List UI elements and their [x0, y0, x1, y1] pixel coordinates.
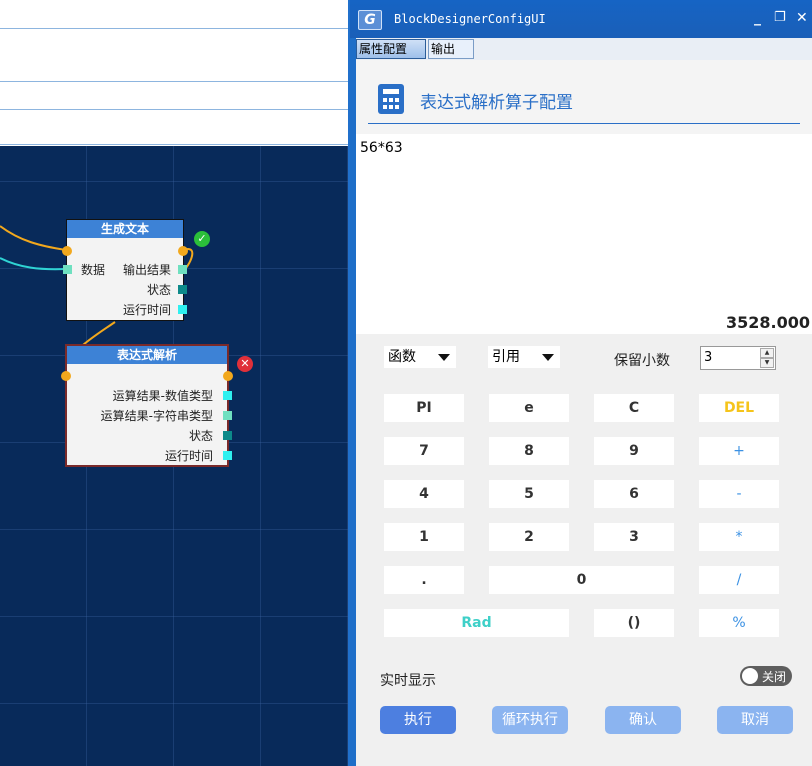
- title-bar[interactable]: G BlockDesignerConfigUI _ ❐ ✕: [350, 0, 812, 38]
- chevron-down-icon: [438, 354, 450, 361]
- minimize-icon[interactable]: _: [754, 10, 761, 26]
- calculator-icon: [378, 84, 404, 114]
- input-port[interactable]: [63, 265, 72, 274]
- toggle-label: 关闭: [762, 670, 787, 684]
- confirm-button[interactable]: 确认: [605, 706, 681, 734]
- realtime-label: 实时显示: [380, 673, 436, 689]
- key-6[interactable]: 6: [594, 480, 674, 508]
- reference-dropdown-label: 引用: [492, 349, 520, 365]
- runtime-port[interactable]: [223, 451, 232, 460]
- window-title: BlockDesignerConfigUI: [394, 12, 546, 26]
- key-1[interactable]: 1: [384, 523, 464, 551]
- reference-dropdown[interactable]: 引用: [488, 346, 560, 368]
- node-title: 生成文本: [67, 220, 183, 238]
- cancel-button[interactable]: 取消: [717, 706, 793, 734]
- config-header: 表达式解析算子配置: [356, 60, 812, 134]
- key-clear[interactable]: C: [594, 394, 674, 422]
- tab-output[interactable]: 输出: [428, 39, 474, 59]
- port-label-input: 数据: [81, 263, 106, 277]
- decimals-value[interactable]: 3: [704, 350, 712, 365]
- key-5[interactable]: 5: [489, 480, 569, 508]
- tab-properties[interactable]: 属性配置: [356, 39, 426, 59]
- key-pi[interactable]: PI: [384, 394, 464, 422]
- app-logo-icon: G: [358, 10, 382, 30]
- key-4[interactable]: 4: [384, 480, 464, 508]
- check-icon: ✓: [194, 231, 210, 247]
- output-port[interactable]: [178, 265, 187, 274]
- port-label-string: 运算结果-字符串类型: [100, 409, 213, 423]
- key-minus[interactable]: -: [699, 480, 779, 508]
- flow-out-dot[interactable]: [223, 371, 233, 381]
- designer-pane-4: [0, 110, 350, 145]
- status-port[interactable]: [223, 431, 232, 440]
- stepper-up-icon[interactable]: ▲: [760, 348, 774, 358]
- node-title: 表达式解析: [67, 346, 227, 364]
- stepper-down-icon[interactable]: ▼: [760, 358, 774, 368]
- result-value: 3528.000: [725, 313, 810, 332]
- runtime-port[interactable]: [178, 305, 187, 314]
- port-label-runtime: 运行时间: [122, 303, 171, 317]
- config-content: 表达式解析算子配置 56*63 3528.000 函数 引用 保留小数 3 ▲ …: [356, 60, 812, 766]
- flow-in-dot[interactable]: [62, 246, 72, 256]
- port-label-output: 输出结果: [122, 263, 171, 277]
- close-icon[interactable]: ✕: [796, 10, 808, 26]
- key-parentheses[interactable]: (): [594, 609, 674, 637]
- port-label-runtime: 运行时间: [164, 449, 213, 463]
- key-8[interactable]: 8: [489, 437, 569, 465]
- port-label-status: 状态: [146, 283, 171, 297]
- key-divide[interactable]: /: [699, 566, 779, 594]
- toggle-knob: [742, 668, 758, 684]
- key-3[interactable]: 3: [594, 523, 674, 551]
- designer-pane-1: [0, 0, 350, 29]
- designer-pane-3: [0, 82, 350, 110]
- key-decimal[interactable]: .: [384, 566, 464, 594]
- key-delete[interactable]: DEL: [699, 394, 779, 422]
- key-9[interactable]: 9: [594, 437, 674, 465]
- decimals-label: 保留小数: [614, 353, 670, 369]
- key-multiply[interactable]: *: [699, 523, 779, 551]
- designer-pane-2: [0, 29, 350, 82]
- port-label-numeric: 运算结果-数值类型: [112, 389, 213, 403]
- node-expression-parse[interactable]: 表达式解析 运算结果-数值类型 运算结果-字符串类型 状态 运行时间: [61, 344, 233, 467]
- config-dialog: G BlockDesignerConfigUI _ ❐ ✕ 属性配置 输出 表达…: [348, 0, 812, 766]
- flow-canvas[interactable]: 生成文本 数据 输出结果 状态 运行时间 ✓ 表达式解析 运算结果-数值类型 运…: [0, 146, 350, 766]
- node-generate-text[interactable]: 生成文本 数据 输出结果 状态 运行时间: [62, 219, 188, 321]
- error-icon: ✕: [237, 356, 253, 372]
- realtime-toggle[interactable]: 关闭: [740, 666, 792, 686]
- function-dropdown[interactable]: 函数: [384, 346, 456, 368]
- config-header-title: 表达式解析算子配置: [420, 93, 573, 113]
- flow-out-dot[interactable]: [178, 246, 188, 256]
- flow-in-dot[interactable]: [61, 371, 71, 381]
- numeric-port[interactable]: [223, 391, 232, 400]
- port-label-status: 状态: [188, 429, 213, 443]
- execute-button[interactable]: 执行: [380, 706, 456, 734]
- key-0[interactable]: 0: [489, 566, 674, 594]
- key-percent[interactable]: %: [699, 609, 779, 637]
- restore-icon[interactable]: ❐: [774, 10, 786, 25]
- key-rad[interactable]: Rad: [384, 609, 569, 637]
- tab-bar: 属性配置 输出: [356, 38, 812, 60]
- key-2[interactable]: 2: [489, 523, 569, 551]
- string-port[interactable]: [223, 411, 232, 420]
- decimals-stepper[interactable]: 3 ▲ ▼: [700, 346, 776, 370]
- status-port[interactable]: [178, 285, 187, 294]
- chevron-down-icon: [542, 354, 554, 361]
- header-divider: [368, 123, 800, 124]
- key-e[interactable]: e: [489, 394, 569, 422]
- function-dropdown-label: 函数: [388, 349, 416, 365]
- expression-area[interactable]: 56*63 3528.000: [356, 134, 812, 334]
- expression-text[interactable]: 56*63: [360, 140, 403, 156]
- loop-execute-button[interactable]: 循环执行: [492, 706, 568, 734]
- key-plus[interactable]: +: [699, 437, 779, 465]
- key-7[interactable]: 7: [384, 437, 464, 465]
